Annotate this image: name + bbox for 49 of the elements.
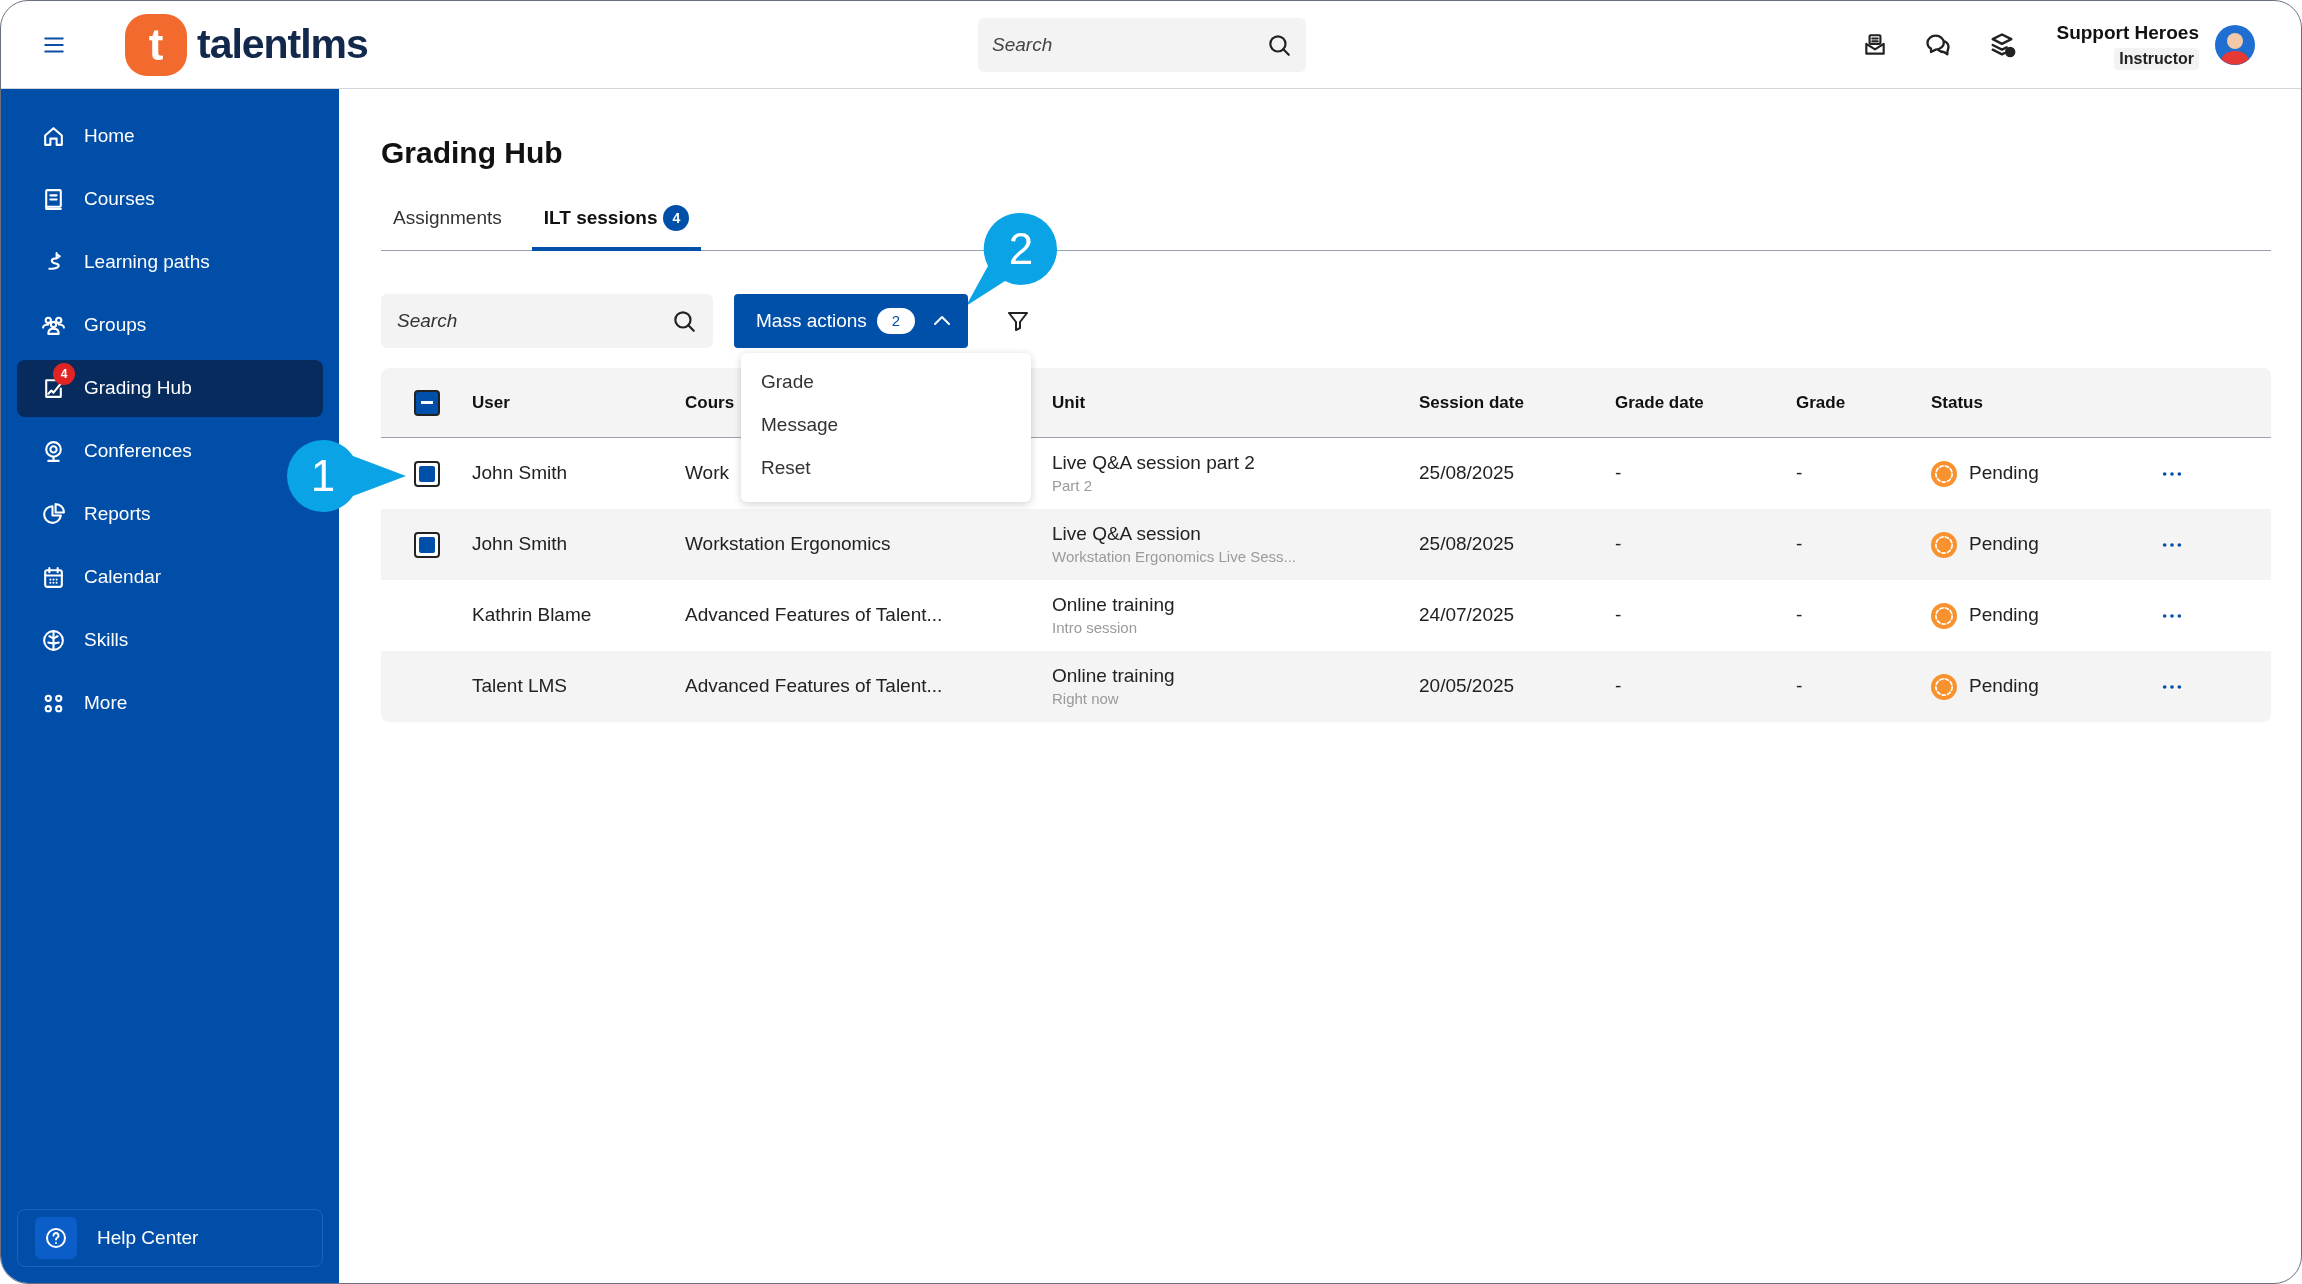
count-badge: 4 (663, 205, 690, 231)
table-cell-text: John Smith (472, 532, 568, 557)
table-cell-text: Kathrin Blame (472, 603, 592, 628)
table-cell-text: 20/05/2025 (1419, 674, 1515, 699)
table-cell-text: - (1796, 532, 1803, 557)
column-header: Unit (1052, 391, 1086, 414)
column-header: Grade (1796, 391, 1846, 414)
table-cell-text: - (1796, 603, 1803, 628)
table-cell-text: - (1615, 532, 1622, 557)
table-cell-text: - (1796, 461, 1803, 486)
logo-wordmark: talentlms (197, 19, 368, 69)
table-cell-text: - (1615, 603, 1622, 628)
unit-detail: Part 2 (1052, 475, 1094, 496)
status-text: Pending (1969, 674, 2039, 699)
callout-number: 1 (309, 451, 337, 501)
table-cell-text: Work (685, 461, 729, 486)
table-cell-text: Advanced Features of Talent... (685, 603, 943, 628)
notification-badge: 4 (53, 363, 75, 385)
table-cell-text: 24/07/2025 (1419, 603, 1515, 628)
table-cell-text: 25/08/2025 (1419, 461, 1515, 486)
status-text: Pending (1969, 532, 2039, 557)
column-header: Session date (1419, 391, 1524, 414)
table-cell-text: Workstation Ergonomics (685, 532, 891, 557)
callout-number: 2 (1007, 224, 1035, 274)
table-cell-text: Talent LMS (472, 674, 568, 699)
table-cell-text: - (1615, 674, 1622, 699)
unit-name: Live Q&A session (1052, 521, 1202, 546)
logo-mark: t (125, 13, 187, 76)
count-badge: 2 (876, 308, 915, 334)
unit-name: Online training (1052, 663, 1176, 688)
page-title: Grading Hub (381, 135, 564, 171)
unit-detail: Workstation Ergonomics Live Sess... (1052, 546, 1297, 567)
column-header: Cours (685, 391, 735, 414)
status-text: Pending (1969, 461, 2039, 486)
status-text: Pending (1969, 603, 2039, 628)
unit-detail: Right now (1052, 688, 1120, 709)
unit-name: Live Q&A session part 2 (1052, 450, 1256, 475)
table-cell-text: 25/08/2025 (1419, 532, 1515, 557)
user-name: Support Heroes (2056, 20, 2199, 45)
table-cell-text: John Smith (472, 461, 568, 486)
unit-name: Online training (1052, 592, 1176, 617)
user-role-badge: Instructor (2114, 47, 2199, 70)
column-header: Grade date (1615, 391, 1704, 414)
table-cell-text: - (1796, 674, 1803, 699)
column-header: User (472, 391, 510, 414)
table-cell-text: - (1615, 461, 1622, 486)
column-header: Status (1931, 391, 1983, 414)
table-cell-text: Advanced Features of Talent... (685, 674, 943, 699)
unit-detail: Intro session (1052, 617, 1139, 638)
